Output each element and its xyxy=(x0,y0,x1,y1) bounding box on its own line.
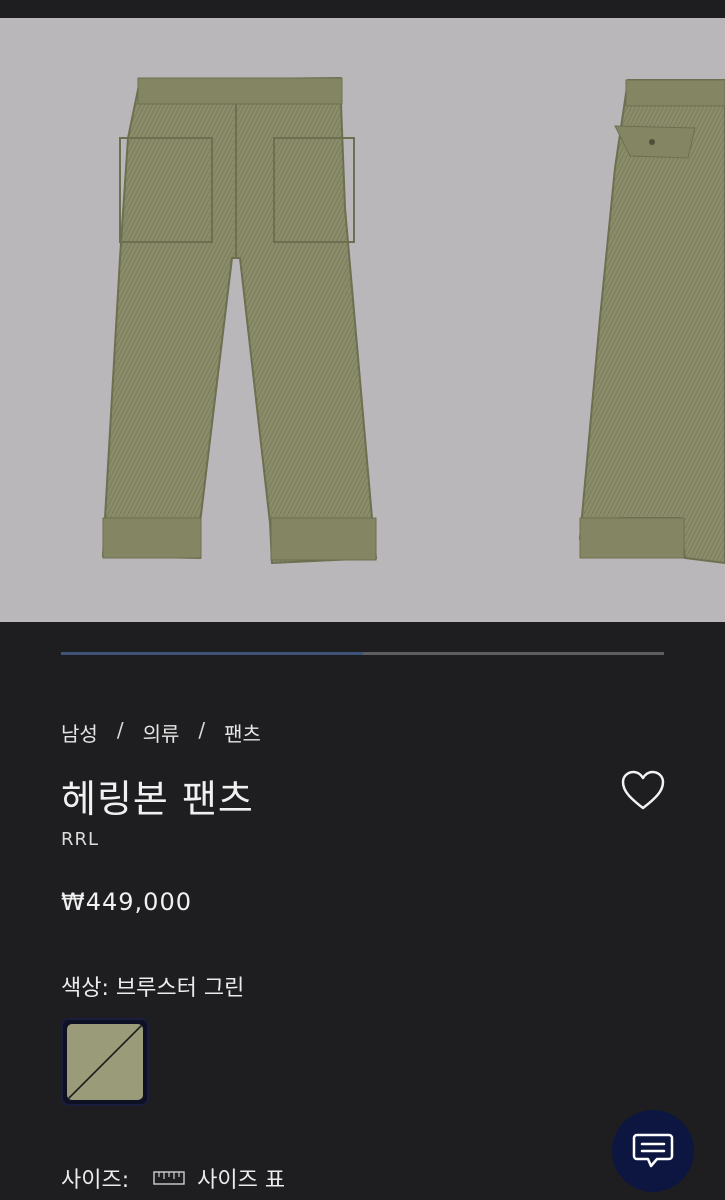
chat-button[interactable] xyxy=(612,1110,694,1192)
pants-back-image xyxy=(578,79,725,565)
unavailable-slash-icon xyxy=(67,1024,143,1100)
breadcrumb-item-clothing[interactable]: 의류 xyxy=(143,718,180,747)
favorite-button[interactable] xyxy=(620,768,666,814)
product-title: 헤링본 팬츠 xyxy=(61,777,254,821)
size-guide-link[interactable]: 사이즈 표 xyxy=(153,1162,285,1194)
color-label: 색상: 브루스터 그린 xyxy=(61,976,245,1001)
size-guide-label: 사이즈 표 xyxy=(197,1168,286,1193)
swatch-fabric xyxy=(67,1024,143,1100)
breadcrumb: 남성 / 의류 / 팬츠 xyxy=(61,718,261,747)
color-swatch-brewster-green[interactable] xyxy=(61,1018,149,1106)
product-photo-pants xyxy=(101,76,725,565)
top-status-bar xyxy=(0,0,725,18)
breadcrumb-separator: / xyxy=(116,718,124,742)
pants-front-image xyxy=(101,76,378,565)
breadcrumb-item-men[interactable]: 남성 xyxy=(61,718,98,747)
size-label: 사이즈: xyxy=(61,1168,130,1193)
product-image-gallery[interactable] xyxy=(0,18,725,622)
product-price: ₩449,000 xyxy=(61,888,192,916)
gallery-progress-fill xyxy=(61,652,363,655)
gallery-progress-bar xyxy=(61,652,664,655)
chat-bubble-icon xyxy=(632,1133,674,1168)
size-row: 사이즈: 사이즈 표 xyxy=(61,1162,285,1194)
breadcrumb-separator: / xyxy=(198,718,206,742)
heart-outline-icon xyxy=(621,770,665,810)
ruler-icon xyxy=(153,1171,185,1185)
brand-name[interactable]: RRL xyxy=(61,829,99,850)
breadcrumb-item-pants[interactable]: 팬츠 xyxy=(224,718,261,747)
